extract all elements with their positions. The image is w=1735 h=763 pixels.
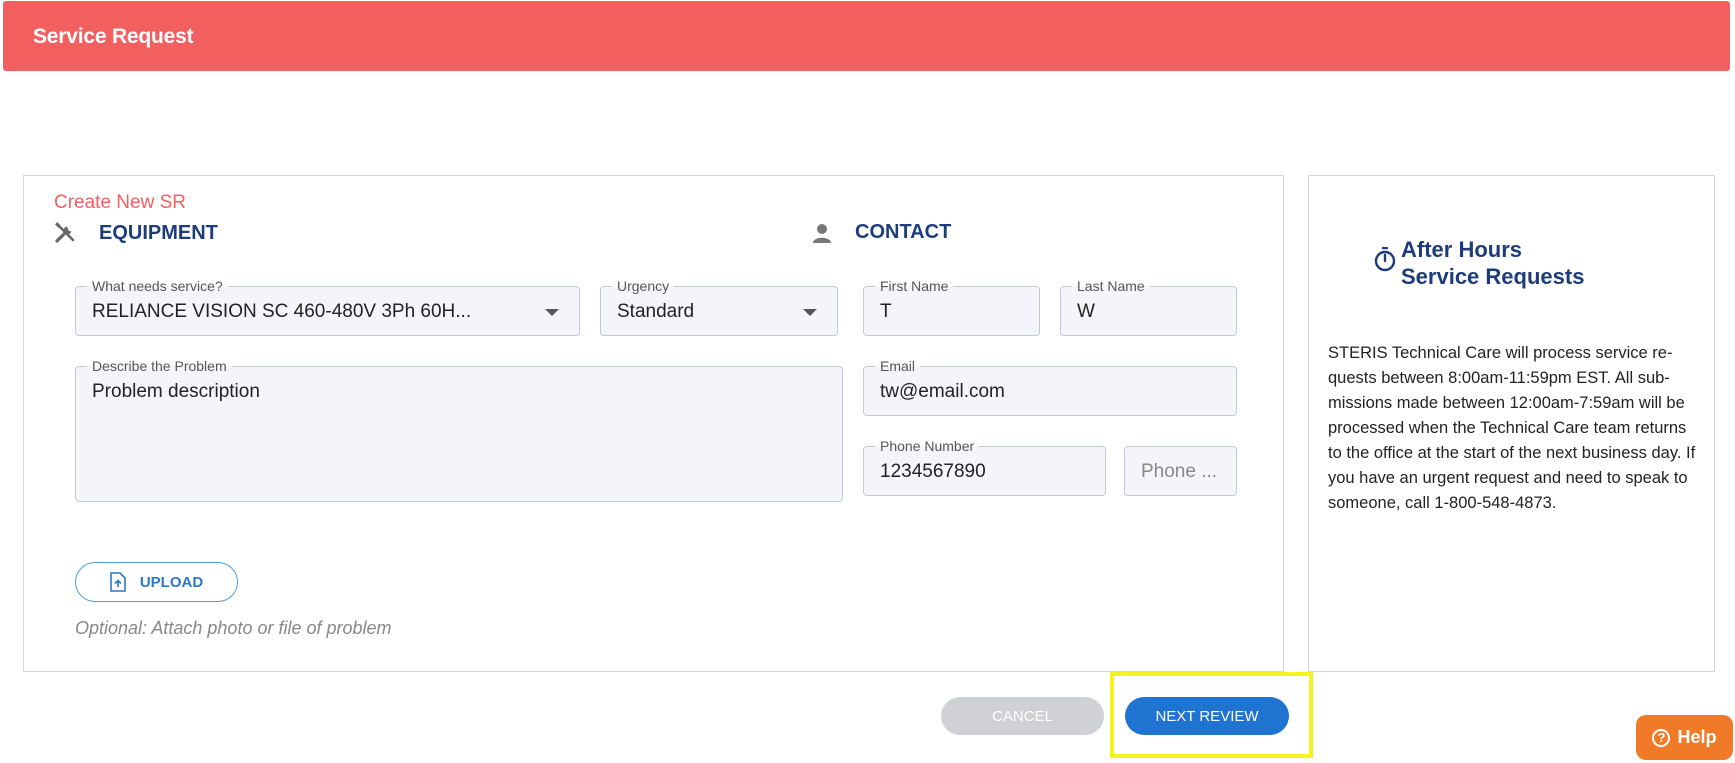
last-name-field[interactable]: Last Name W xyxy=(1060,277,1237,336)
what-needs-service-select[interactable]: What needs service? RELIANCE VISION SC 4… xyxy=(75,277,580,336)
equipment-heading: EQUIPMENT xyxy=(99,221,218,244)
first-name-field[interactable]: First Name T xyxy=(863,277,1040,336)
phone-number-field[interactable]: Phone Number 1234567890 xyxy=(863,437,1106,496)
first-name-label: First Name xyxy=(875,277,954,295)
app-header: Service Request xyxy=(3,1,1730,71)
what-needs-service-label: What needs service? xyxy=(87,277,228,295)
last-name-label: Last Name xyxy=(1072,277,1150,295)
chevron-down-icon xyxy=(803,309,817,316)
problem-description-textarea[interactable]: Describe the Problem Problem description xyxy=(75,357,843,502)
help-button[interactable]: ? Help xyxy=(1636,715,1733,760)
urgency-label: Urgency xyxy=(612,277,675,295)
cancel-button[interactable]: CANCEL xyxy=(941,697,1104,735)
create-sr-card: Create New SR EQUIPMENT CONTACT What nee… xyxy=(23,175,1284,672)
email-value: tw@email.com xyxy=(880,381,1005,402)
tools-icon xyxy=(53,221,77,245)
contact-heading: CONTACT xyxy=(855,221,952,243)
after-hours-text: STERIS Technical Care will process servi… xyxy=(1328,344,1696,512)
after-hours-card: After Hours Service Requests STERIS Tech… xyxy=(1308,175,1715,672)
phone-extension-field[interactable]: Phone ... xyxy=(1124,446,1237,496)
upload-hint: Optional: Attach photo or file of proble… xyxy=(75,618,392,638)
after-hours-heading: After Hours Service Requests xyxy=(1373,236,1603,290)
phone-number-value: 1234567890 xyxy=(880,461,986,482)
email-field[interactable]: Email tw@email.com xyxy=(863,357,1237,416)
what-needs-service-value: RELIANCE VISION SC 460-480V 3Ph 60H... xyxy=(92,301,472,322)
file-upload-icon xyxy=(110,572,126,592)
phone-number-label: Phone Number xyxy=(875,437,980,455)
person-icon xyxy=(811,222,833,244)
contact-section-heading: CONTACT xyxy=(811,221,951,244)
upload-button[interactable]: UPLOAD xyxy=(75,562,238,602)
equipment-section-heading: EQUIPMENT xyxy=(53,221,218,245)
page-title: Service Request xyxy=(33,25,194,48)
after-hours-title: After Hours Service Requests xyxy=(1401,237,1585,289)
urgency-value: Standard xyxy=(617,301,695,322)
urgency-select[interactable]: Urgency Standard xyxy=(600,277,838,336)
question-icon: ? xyxy=(1652,728,1671,747)
problem-description-value: Problem description xyxy=(92,381,260,402)
upload-button-label: UPLOAD xyxy=(139,573,204,591)
help-label: Help xyxy=(1677,727,1717,747)
email-label: Email xyxy=(875,357,921,375)
problem-description-label: Describe the Problem xyxy=(87,357,232,375)
phone-extension-placeholder: Phone ... xyxy=(1141,461,1218,482)
create-sr-title: Create New SR xyxy=(54,192,186,213)
highlight-box xyxy=(1110,672,1313,758)
last-name-value: W xyxy=(1077,301,1095,322)
chevron-down-icon xyxy=(545,309,559,316)
stopwatch-icon xyxy=(1373,246,1397,272)
first-name-value: T xyxy=(880,301,892,322)
